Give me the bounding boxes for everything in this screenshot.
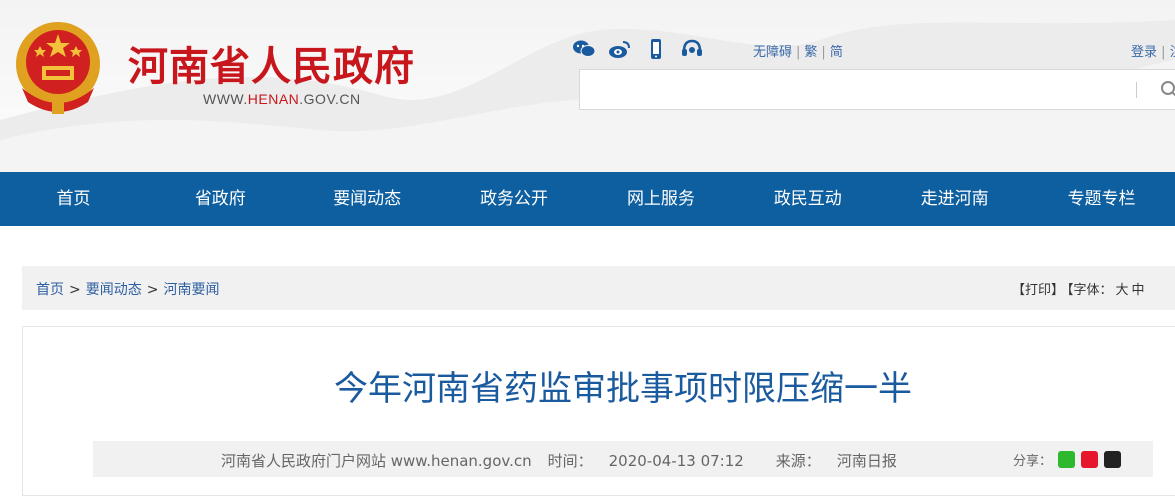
article-meta: 河南省人民政府门户网站 www.henan.gov.cn 时间：2020-04-1… [221,450,929,471]
access-sep: | [821,45,825,60]
social-icons [572,38,704,60]
nav-item-news[interactable]: 要闻动态 [294,172,441,226]
breadcrumb-henan-news[interactable]: 河南要闻 [163,282,219,298]
site-url: WWW.HENAN.GOV.CN [203,91,361,107]
breadcrumb-news[interactable]: 要闻动态 [86,282,142,298]
nav-item-special-topics[interactable]: 专题专栏 [1028,172,1175,226]
breadcrumb-sep: > [69,282,81,298]
weibo-share-icon[interactable] [1081,451,1098,468]
article-source: 来源：河南日报 [776,452,913,470]
article-title: 今年河南省药监审批事项时限压缩一半 [23,361,1175,410]
article-tools: 【打印】【字体：大中 [1012,279,1148,298]
share-label: 分享： [1013,450,1052,469]
nav-item-interaction[interactable]: 政民互动 [734,172,881,226]
weibo-icon[interactable] [608,38,632,60]
access-sep: | [796,45,800,60]
wechat-share-icon[interactable] [1058,451,1075,468]
traditional-chinese-link[interactable]: 繁 [804,45,817,60]
mobile-icon[interactable] [644,38,668,60]
breadcrumb: 首页>要闻动态>河南要闻 [36,279,219,299]
search-icon[interactable] [1160,80,1175,100]
wechat-icon[interactable] [572,38,596,60]
article-container: 今年河南省药监审批事项时限压缩一半 河南省人民政府门户网站 www.henan.… [22,326,1175,496]
site-url-highlight: HENAN [248,91,300,107]
login-area: 登录 | 注 [1131,41,1175,60]
font-medium-button[interactable]: 中 [1132,283,1145,298]
share-bar: 分享： [1013,450,1121,469]
site-url-suffix: .GOV.CN [299,91,360,107]
accessibility-link[interactable]: 无障碍 [753,45,792,60]
breadcrumb-home[interactable]: 首页 [36,282,64,298]
article-meta-bar: 河南省人民政府门户网站 www.henan.gov.cn 时间：2020-04-1… [93,441,1153,477]
site-url-prefix: WWW. [203,91,248,107]
article-time: 时间：2020-04-13 07:12 [548,452,760,470]
font-size-label: 【字体： [1067,283,1113,298]
site-header: 河南省人民政府 WWW.HENAN.GOV.CN 无障碍 | 繁 | 简 登录 | 注 [0,0,1175,172]
article-site: 河南省人民政府门户网站 www.henan.gov.cn [221,452,532,470]
headset-icon[interactable] [680,38,704,60]
main-nav: 首页 省政府 要闻动态 政务公开 网上服务 政民互动 走进河南 专题专栏 [0,172,1175,226]
nav-item-about-henan[interactable]: 走进河南 [881,172,1028,226]
national-emblem-icon [12,18,104,116]
simplified-chinese-link[interactable]: 简 [830,45,843,60]
login-sep: | [1161,45,1165,60]
nav-item-online-services[interactable]: 网上服务 [588,172,735,226]
search-input[interactable] [579,69,1175,110]
accessibility-links: 无障碍 | 繁 | 简 [753,41,843,60]
breadcrumb-sep: > [147,282,159,298]
qq-share-icon[interactable] [1104,451,1121,468]
register-link[interactable]: 注 [1170,45,1175,60]
login-link[interactable]: 登录 [1131,45,1157,60]
nav-item-public-affairs[interactable]: 政务公开 [441,172,588,226]
breadcrumb-bar: 首页>要闻动态>河南要闻 【打印】【字体：大中 [22,266,1175,310]
font-large-button[interactable]: 大 [1116,283,1129,298]
nav-item-home[interactable]: 首页 [0,172,147,226]
nav-item-government[interactable]: 省政府 [147,172,294,226]
print-button[interactable]: 【打印】 [1012,283,1064,298]
site-name[interactable]: 河南省人民政府 [128,34,415,92]
search-divider [1136,82,1137,98]
